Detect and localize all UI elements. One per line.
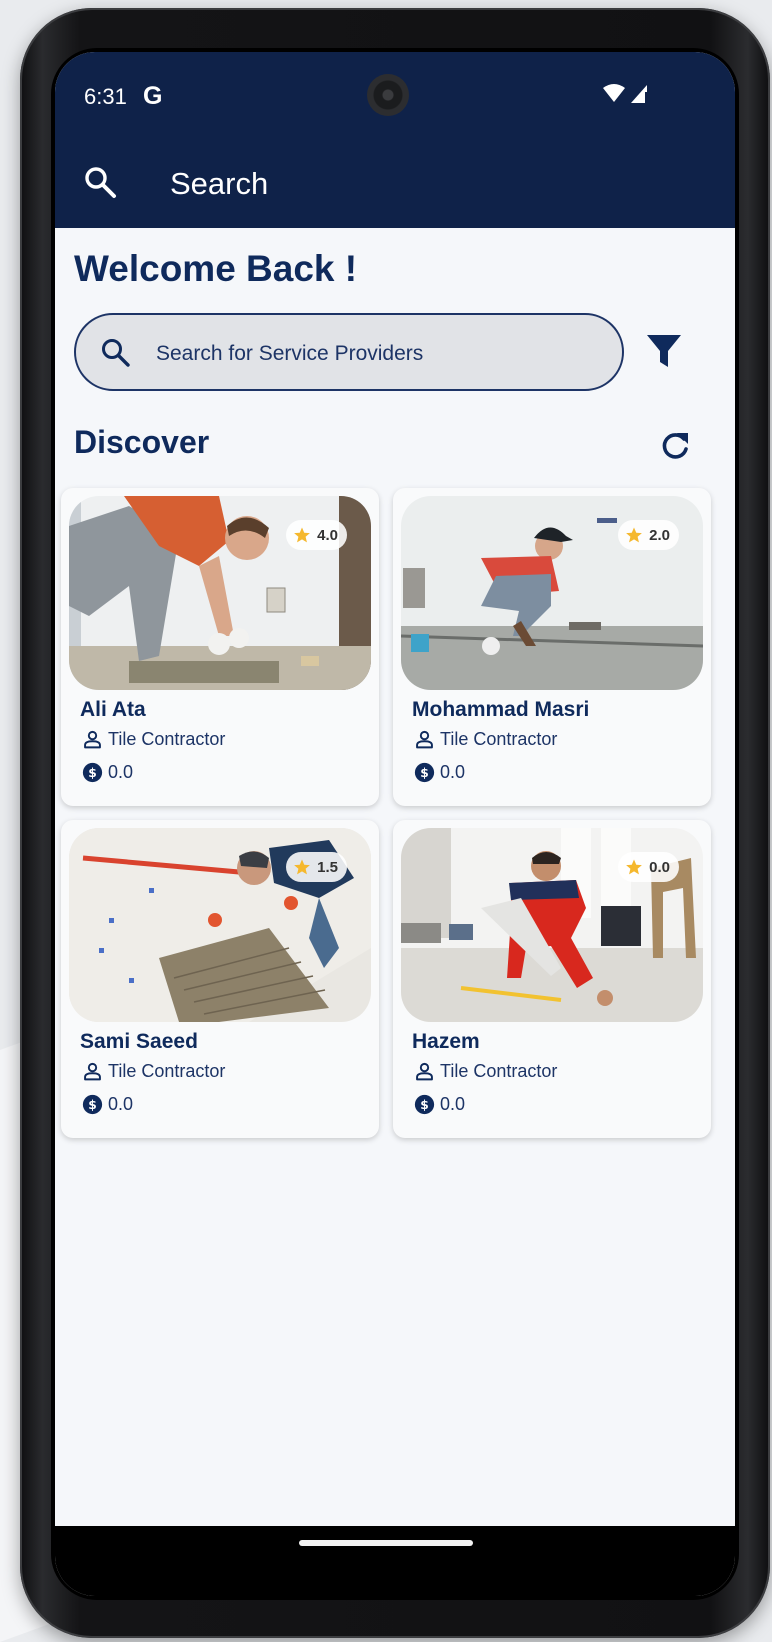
provider-name: Sami Saeed: [80, 1030, 198, 1053]
wifi-icon: [603, 84, 625, 102]
person-icon: [416, 730, 433, 749]
rating-badge: 4.0: [286, 520, 347, 550]
home-indicator[interactable]: [299, 1540, 473, 1546]
provider-photo: 1.5: [69, 828, 371, 1022]
role-label: Tile Contractor: [440, 1061, 558, 1081]
navigation-bar: [55, 1526, 735, 1596]
price-value: 0.0: [440, 762, 466, 782]
app-bar-title: Search: [170, 166, 269, 201]
svg-text:$: $: [88, 766, 97, 780]
provider-price: $ 0.0: [414, 762, 465, 783]
dollar-icon: $: [82, 762, 103, 783]
provider-role: Tile Contractor: [82, 729, 225, 750]
provider-card[interactable]: 1.5 Sami Saeed Tile Contractor $ 0.0: [61, 820, 379, 1138]
rating-value: 0.0: [649, 858, 670, 876]
rating-badge: 2.0: [618, 520, 679, 550]
provider-card[interactable]: 4.0 Ali Ata Tile Contractor $ 0.0: [61, 488, 379, 806]
dollar-icon: $: [414, 1094, 435, 1115]
rating-badge: 1.5: [286, 852, 347, 882]
star-icon: [626, 859, 643, 875]
providers-grid: 4.0 Ali Ata Tile Contractor $ 0.0 2.0 Mo…: [61, 488, 717, 1138]
role-label: Tile Contractor: [108, 1061, 226, 1081]
role-label: Tile Contractor: [440, 729, 558, 749]
dollar-icon: $: [414, 762, 435, 783]
rating-value: 1.5: [317, 858, 338, 876]
star-icon: [294, 859, 311, 875]
provider-name: Ali Ata: [80, 698, 146, 721]
provider-role: Tile Contractor: [414, 729, 557, 750]
signal-icon: [631, 85, 647, 103]
svg-text:$: $: [420, 766, 429, 780]
price-value: 0.0: [440, 1094, 466, 1114]
status-bar: 6:31 G: [55, 52, 735, 136]
search-icon[interactable]: [82, 164, 118, 200]
provider-role: Tile Contractor: [82, 1061, 225, 1082]
role-label: Tile Contractor: [108, 729, 226, 749]
person-icon: [416, 1062, 433, 1081]
rating-value: 4.0: [317, 526, 338, 544]
svg-text:$: $: [88, 1098, 97, 1112]
status-icons: [603, 84, 647, 103]
provider-price: $ 0.0: [82, 1094, 133, 1115]
front-camera: [367, 74, 409, 116]
welcome-heading: Welcome Back !: [74, 248, 358, 289]
star-icon: [626, 527, 643, 543]
refresh-icon[interactable]: [657, 429, 693, 465]
rating-badge: 0.0: [618, 852, 679, 882]
app-bar: Search: [55, 136, 735, 228]
price-value: 0.0: [108, 762, 134, 782]
status-time: 6:31: [84, 84, 127, 109]
provider-card[interactable]: 0.0 Hazem Tile Contractor $ 0.0: [393, 820, 711, 1138]
provider-card[interactable]: 2.0 Mohammad Masri Tile Contractor $ 0.0: [393, 488, 711, 806]
phone-bezel: 6:31 G Search Welcome Back ! Search for …: [51, 48, 739, 1600]
price-value: 0.0: [108, 1094, 134, 1114]
filter-icon[interactable]: [644, 331, 684, 371]
search-input[interactable]: [154, 335, 598, 373]
svg-text:$: $: [420, 1098, 429, 1112]
provider-price: $ 0.0: [414, 1094, 465, 1115]
provider-name: Mohammad Masri: [412, 698, 590, 721]
rating-value: 2.0: [649, 526, 670, 544]
provider-photo: 2.0: [401, 496, 703, 690]
person-icon: [84, 730, 101, 749]
search-icon: [102, 339, 130, 367]
provider-photo: 0.0: [401, 828, 703, 1022]
star-icon: [294, 527, 311, 543]
provider-photo: 4.0: [69, 496, 371, 690]
provider-name: Hazem: [412, 1030, 480, 1053]
dollar-icon: $: [82, 1094, 103, 1115]
discover-heading: Discover: [74, 424, 210, 460]
phone-frame: 6:31 G Search Welcome Back ! Search for …: [20, 8, 770, 1638]
provider-price: $ 0.0: [82, 762, 133, 783]
app-screen: 6:31 G Search Welcome Back ! Search for …: [55, 52, 735, 1596]
search-field[interactable]: [74, 313, 624, 391]
person-icon: [84, 1062, 101, 1081]
provider-role: Tile Contractor: [414, 1061, 557, 1082]
google-icon: G: [143, 82, 163, 110]
